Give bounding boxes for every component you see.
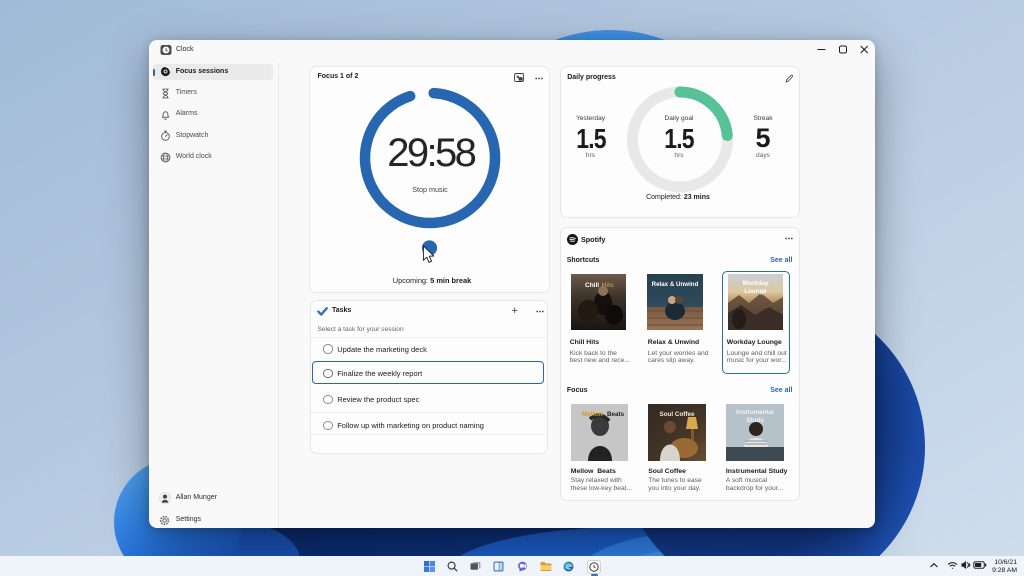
svg-text:Hits: Hits xyxy=(602,282,615,289)
svg-text:Workday: Workday xyxy=(743,280,770,287)
svg-text:Relax & Unwind: Relax & Unwind xyxy=(652,281,699,288)
svg-text:Soul Coffee: Soul Coffee xyxy=(660,411,695,418)
svg-text:Chill: Chill xyxy=(585,282,599,289)
svg-text:Lounge: Lounge xyxy=(745,288,768,295)
svg-text:Beats: Beats xyxy=(607,411,625,418)
svg-text:Instrumental: Instrumental xyxy=(736,409,774,416)
svg-text:Mellow: Mellow xyxy=(582,411,603,418)
svg-text:Study: Study xyxy=(746,417,764,424)
